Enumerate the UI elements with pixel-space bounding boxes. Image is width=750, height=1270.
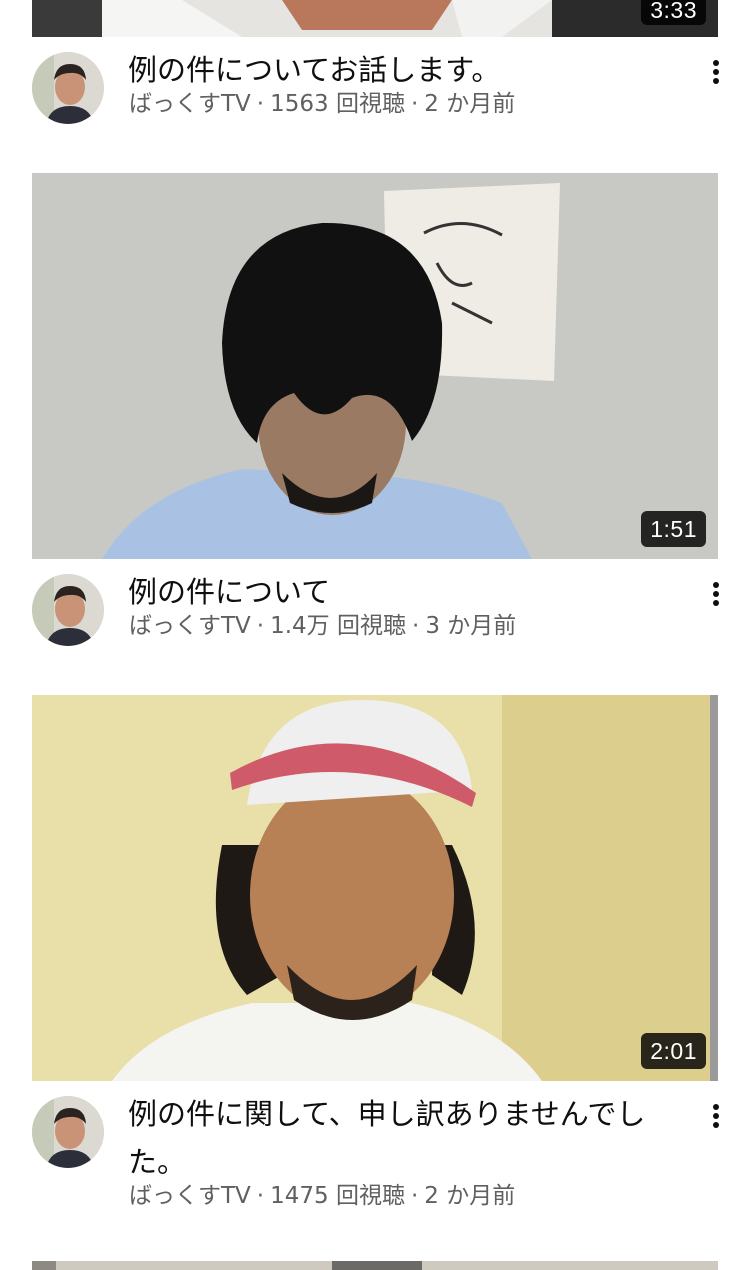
view-count: 1475 回視聴 xyxy=(270,1183,405,1209)
channel-avatar[interactable] xyxy=(32,1096,104,1168)
separator-dot: · xyxy=(412,613,420,639)
channel-name[interactable]: ばっくすTV xyxy=(129,91,251,117)
video-metadata: ばっくすTV · 1.4万 回視聴 · 3 か月前 xyxy=(129,611,516,641)
channel-avatar[interactable] xyxy=(32,52,104,124)
more-vert-icon[interactable] xyxy=(704,59,728,91)
separator-dot: · xyxy=(256,91,265,117)
video-title[interactable]: 例の件に関して、申し訳ありませんでした。 xyxy=(128,1090,673,1186)
video-duration: 1:51 xyxy=(641,511,706,547)
video-thumbnail[interactable]: 2:01 xyxy=(32,695,718,1081)
separator-dot: · xyxy=(410,1183,419,1209)
video-metadata: ばっくすTV · 1475 回視聴 · 2 か月前 xyxy=(129,1181,515,1211)
upload-age: 2 か月前 xyxy=(424,91,516,117)
video-metadata: ばっくすTV · 1563 回視聴 · 2 か月前 xyxy=(129,89,515,119)
thumbnail-image xyxy=(32,1261,718,1270)
channel-name[interactable]: ばっくすTV xyxy=(129,613,251,639)
more-vert-icon[interactable] xyxy=(704,581,728,613)
video-title[interactable]: 例の件について xyxy=(128,568,688,616)
video-title[interactable]: 例の件についてお話します。 xyxy=(128,46,688,94)
video-thumbnail[interactable] xyxy=(32,1261,718,1270)
video-duration: 2:01 xyxy=(641,1033,706,1069)
upload-age: 3 か月前 xyxy=(425,613,517,639)
upload-age: 2 か月前 xyxy=(424,1183,516,1209)
more-vert-icon[interactable] xyxy=(704,1103,728,1135)
separator-dot: · xyxy=(256,613,265,639)
channel-avatar[interactable] xyxy=(32,574,104,646)
separator-dot: · xyxy=(256,1183,265,1209)
thumbnail-image xyxy=(32,0,718,37)
view-count: 1.4万 回視聴 xyxy=(270,613,406,639)
view-count: 1563 回視聴 xyxy=(270,91,405,117)
thumbnail-image xyxy=(32,173,718,559)
video-thumbnail[interactable]: 3:33 xyxy=(32,0,718,37)
channel-name[interactable]: ばっくすTV xyxy=(129,1183,251,1209)
video-duration: 3:33 xyxy=(641,0,706,25)
video-thumbnail[interactable]: 1:51 xyxy=(32,173,718,559)
thumbnail-image xyxy=(32,695,718,1081)
separator-dot: · xyxy=(410,91,419,117)
